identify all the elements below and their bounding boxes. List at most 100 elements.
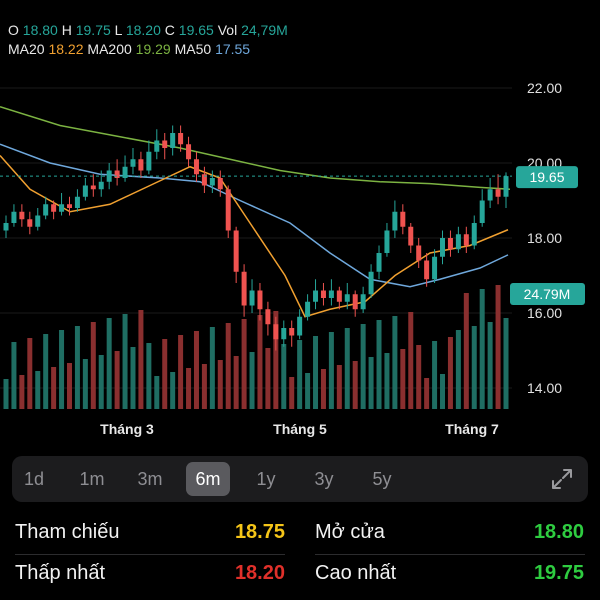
candle-body bbox=[114, 170, 120, 178]
candle-body bbox=[154, 140, 160, 152]
volume-bar bbox=[392, 316, 398, 409]
volume-bar bbox=[479, 289, 485, 409]
volume-bar bbox=[82, 359, 88, 409]
volume-bar bbox=[217, 360, 223, 409]
volume-bar bbox=[106, 318, 112, 409]
low-value: 18.20 bbox=[125, 22, 161, 38]
candle-body bbox=[11, 211, 17, 223]
y-tick-label: 14.00 bbox=[527, 380, 562, 396]
volume-bar bbox=[487, 322, 493, 409]
expand-icon[interactable] bbox=[550, 467, 574, 491]
candle-body bbox=[416, 245, 422, 261]
y-tick-label: 18.00 bbox=[527, 230, 562, 246]
volume-bar bbox=[233, 356, 239, 409]
timeframe-1d[interactable]: 1d bbox=[12, 462, 56, 496]
candle-body bbox=[352, 294, 358, 310]
candle-body bbox=[368, 271, 374, 295]
candle-body bbox=[440, 238, 446, 257]
candle-body bbox=[328, 290, 334, 298]
candle-body bbox=[344, 294, 350, 302]
candle-body bbox=[66, 204, 72, 208]
volume-bar bbox=[352, 361, 358, 409]
volume-bar bbox=[297, 340, 303, 409]
volume-bar bbox=[225, 323, 231, 409]
volume-bar bbox=[241, 319, 247, 409]
volume-bar bbox=[35, 371, 41, 409]
timeframe-selector: 1d 1m 3m 6m 1y 3y 5y bbox=[12, 456, 588, 502]
volume-bar bbox=[336, 365, 342, 409]
volume-bar bbox=[289, 377, 295, 409]
volume-bar bbox=[447, 337, 453, 409]
candle-body bbox=[455, 234, 461, 250]
timeframe-3m[interactable]: 3m bbox=[128, 462, 172, 496]
x-tick-label: Tháng 3 bbox=[100, 421, 154, 437]
volume-bar bbox=[43, 334, 49, 409]
reference-value: 18.75 bbox=[234, 521, 285, 543]
ma200-label: MA200 bbox=[87, 41, 132, 57]
volume-value: 24,79M bbox=[241, 22, 288, 38]
candle-body bbox=[463, 234, 469, 246]
candle-body bbox=[289, 328, 295, 336]
ohlc-readout: O 18.80 H 19.75 L 18.20 C 19.65 Vol 24,7… bbox=[8, 22, 288, 38]
candle-body bbox=[178, 133, 184, 145]
timeframe-3y[interactable]: 3y bbox=[302, 462, 346, 496]
price-chart[interactable]: 22.0020.0018.0016.0014.0019.6524.79MThán… bbox=[0, 60, 600, 450]
candle-body bbox=[495, 189, 501, 197]
close-label: C bbox=[164, 22, 175, 38]
volume-bar bbox=[360, 324, 366, 409]
volume-bar bbox=[495, 285, 501, 409]
candle-body bbox=[384, 230, 390, 253]
volume-bar bbox=[90, 322, 96, 409]
candle-body bbox=[59, 204, 65, 212]
y-tick-label: 22.00 bbox=[527, 80, 562, 96]
candle-body bbox=[90, 185, 96, 190]
volume-bar bbox=[281, 344, 287, 409]
close-value: 19.65 bbox=[178, 22, 214, 38]
current-price-label: 19.65 bbox=[529, 169, 564, 185]
x-tick-label: Tháng 7 bbox=[445, 421, 499, 437]
timeframe-5y[interactable]: 5y bbox=[360, 462, 404, 496]
volume-bar bbox=[66, 363, 72, 409]
volume-label: Vol bbox=[217, 22, 238, 38]
candle-body bbox=[479, 200, 485, 223]
volume-bar bbox=[201, 364, 207, 409]
low-label: L bbox=[114, 22, 122, 38]
volume-bar bbox=[265, 348, 271, 409]
timeframe-1y[interactable]: 1y bbox=[244, 462, 288, 496]
volume-bar bbox=[146, 343, 152, 409]
candle-body bbox=[217, 178, 223, 190]
volume-bar bbox=[193, 331, 199, 409]
candle-body bbox=[130, 159, 136, 167]
candle-body bbox=[376, 253, 382, 272]
volume-bar bbox=[59, 330, 65, 409]
candle-body bbox=[305, 301, 311, 317]
volume-bar bbox=[3, 379, 9, 409]
volume-bar bbox=[313, 336, 319, 409]
volume-bar bbox=[305, 373, 311, 409]
volume-bar bbox=[154, 376, 160, 409]
volume-bar bbox=[138, 310, 144, 409]
candle-body bbox=[400, 211, 406, 227]
timeframe-1m[interactable]: 1m bbox=[70, 462, 114, 496]
ma50-label: MA50 bbox=[174, 41, 212, 57]
volume-bar bbox=[328, 332, 334, 409]
candle-body bbox=[360, 294, 366, 310]
candle-body bbox=[193, 159, 199, 175]
candle-body bbox=[27, 219, 33, 227]
candle-body bbox=[297, 316, 303, 336]
volume-bar bbox=[130, 347, 136, 409]
volume-bar bbox=[376, 320, 382, 409]
candle-body bbox=[233, 230, 239, 272]
volume-bar bbox=[74, 326, 80, 409]
candle-body bbox=[162, 140, 168, 148]
y-tick-label: 16.00 bbox=[527, 305, 562, 321]
candle-body bbox=[249, 290, 255, 306]
candle-body bbox=[138, 159, 144, 171]
candle-body bbox=[320, 290, 326, 298]
candle-body bbox=[273, 324, 279, 340]
high-value: 19.75 bbox=[75, 22, 111, 38]
timeframe-6m[interactable]: 6m bbox=[186, 462, 230, 496]
volume-bar bbox=[249, 352, 255, 409]
candle-body bbox=[82, 185, 88, 197]
open-price-value: 18.80 bbox=[533, 521, 584, 543]
